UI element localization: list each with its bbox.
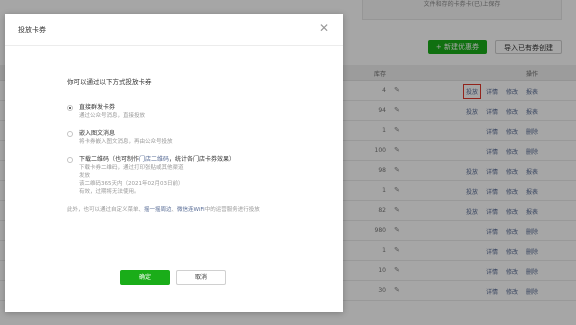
shake-nearby-link[interactable]: 摇一摇周边 (144, 207, 172, 213)
option-title: 嵌入图文消息 (79, 130, 116, 137)
confirm-button[interactable]: 确定 (120, 270, 170, 285)
option-download-qrcode[interactable]: 下载二维码（也可制作门店二维码，统计各门店卡券效果） 下载卡券二维码，通过打印张… (67, 156, 327, 196)
option-desc-line: 下载卡券二维码，通过打印张贴或其他渠道 (79, 165, 184, 171)
option-embed-article[interactable]: 嵌入图文消息 将卡券嵌入图文消息，再由公众号投放 (67, 130, 327, 146)
radio-direct-send[interactable] (67, 105, 73, 111)
option-direct-send[interactable]: 直接群发卡券 通过公众号消息，直接投放 (67, 104, 327, 120)
option-desc-line: 有效，过期将无法使用。 (79, 189, 140, 195)
dialog-footnote: 此外，也可以通过自定义菜单、摇一摇周边、微信连WiFi中的运营服务进行投放 (67, 206, 329, 215)
close-icon[interactable]: ✕ (319, 22, 329, 34)
dialog-title: 投放卡券 (18, 26, 46, 34)
option-title-post: ，统计各门店卡券效果） (169, 156, 236, 163)
footnote-pre: 此外，也可以通过自定义菜单、 (67, 207, 145, 213)
distribute-card-dialog: 投放卡券 ✕ 你可以通过以下方式投放卡券 直接群发卡券 通过公众号消息，直接投放… (5, 14, 343, 312)
dialog-body: 你可以通过以下方式投放卡券 直接群发卡券 通过公众号消息，直接投放 嵌入图文消息… (67, 76, 327, 215)
dialog-header: 投放卡券 ✕ (5, 14, 343, 46)
option-title-pre: 下载二维码（也可制作 (79, 156, 140, 163)
radio-download-qrcode[interactable] (67, 157, 73, 163)
footnote-post: 中的运营服务进行投放 (204, 207, 260, 213)
wifi-link[interactable]: 微信连WiFi (177, 207, 205, 213)
option-title: 直接群发卡券 (79, 104, 116, 111)
store-qrcode-link[interactable]: 门店二维码 (139, 156, 169, 163)
dialog-intro: 你可以通过以下方式投放卡券 (67, 78, 152, 86)
radio-embed-article[interactable] (67, 131, 73, 137)
option-desc-line: 该二维码365天内（2021年02月03日前） (79, 181, 184, 187)
option-title: 下载二维码（也可制作门店二维码，统计各门店卡券效果） (79, 156, 327, 164)
option-desc: 通过公众号消息，直接投放 (79, 113, 146, 119)
option-desc-line: 发放 (79, 173, 91, 179)
option-desc: 将卡券嵌入图文消息，再由公众号投放 (79, 139, 173, 145)
cancel-button[interactable]: 取消 (176, 270, 226, 285)
